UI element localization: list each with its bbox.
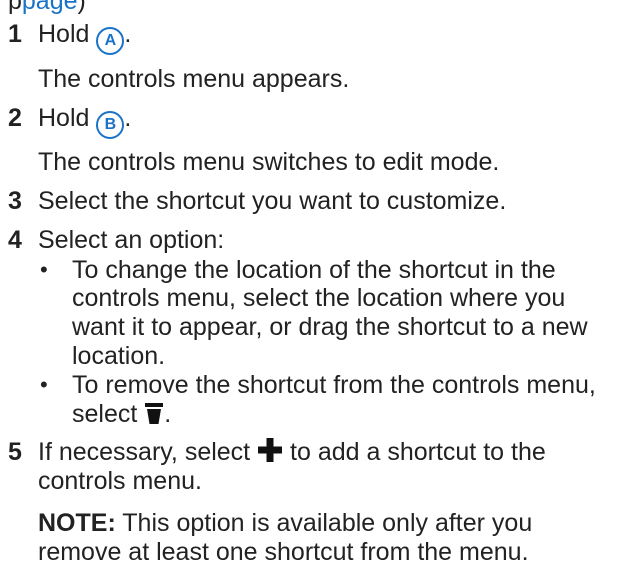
step-5-number: 5 [8,438,22,466]
step-3-text: Select the shortcut you want to customiz… [38,187,507,215]
step-2-note: The controls menu switches to edit mode. [38,148,500,176]
step-5-line-2: controls menu. [38,467,202,495]
step-1-hold-label: Hold [38,20,97,48]
step-3-number: 3 [8,187,22,215]
step-2-text: Hold B. [38,102,131,139]
note-line-1: NOTE: This option is available only afte… [38,507,532,539]
note-label: NOTE: [38,509,116,537]
note-line-2: remove at least one shortcut from the me… [38,538,529,566]
step-2-number: 2 [8,104,22,132]
step-1-text: Hold A. [38,18,131,55]
clipped-previous-line: ppage) [8,0,86,16]
step-1-number: 1 [8,20,22,48]
select-label: select [72,400,145,428]
clipped-suffix: ) [77,0,86,15]
bullet-2-line-2: select . [72,398,171,433]
step-1-note: The controls menu appears. [38,65,350,93]
bullet-2-line-1: To remove the shortcut from the controls… [72,371,596,399]
clipped-text: p [8,0,22,15]
note-text: This option is available only after you [115,509,533,537]
plus-icon [257,437,283,471]
step-4-number: 4 [8,226,22,254]
bullet-marker: • [40,257,48,282]
step-5-pre-text: If necessary, select [38,438,258,466]
bullet-1-line-3: want it to appear, or drag the shortcut … [72,313,588,341]
step-2-period: . [124,104,132,132]
b-button-icon: B [96,111,125,139]
page-link[interactable]: page [22,0,78,15]
step-1-period: . [124,20,132,48]
bullet-2-period: . [164,400,172,428]
step-5-post-text: to add a shortcut to the [283,438,546,466]
bullet-1-line-4: location. [72,342,166,370]
bullet-marker: • [40,372,48,397]
step-2-hold-label: Hold [38,104,97,132]
step-4-text: Select an option: [38,226,225,254]
document-page: ppage) 1 Hold A. The controls menu appea… [0,0,636,571]
bullet-1-line-2: controls menu, select the location where… [72,284,566,312]
a-button-icon: A [96,27,125,55]
trash-icon [144,401,164,433]
